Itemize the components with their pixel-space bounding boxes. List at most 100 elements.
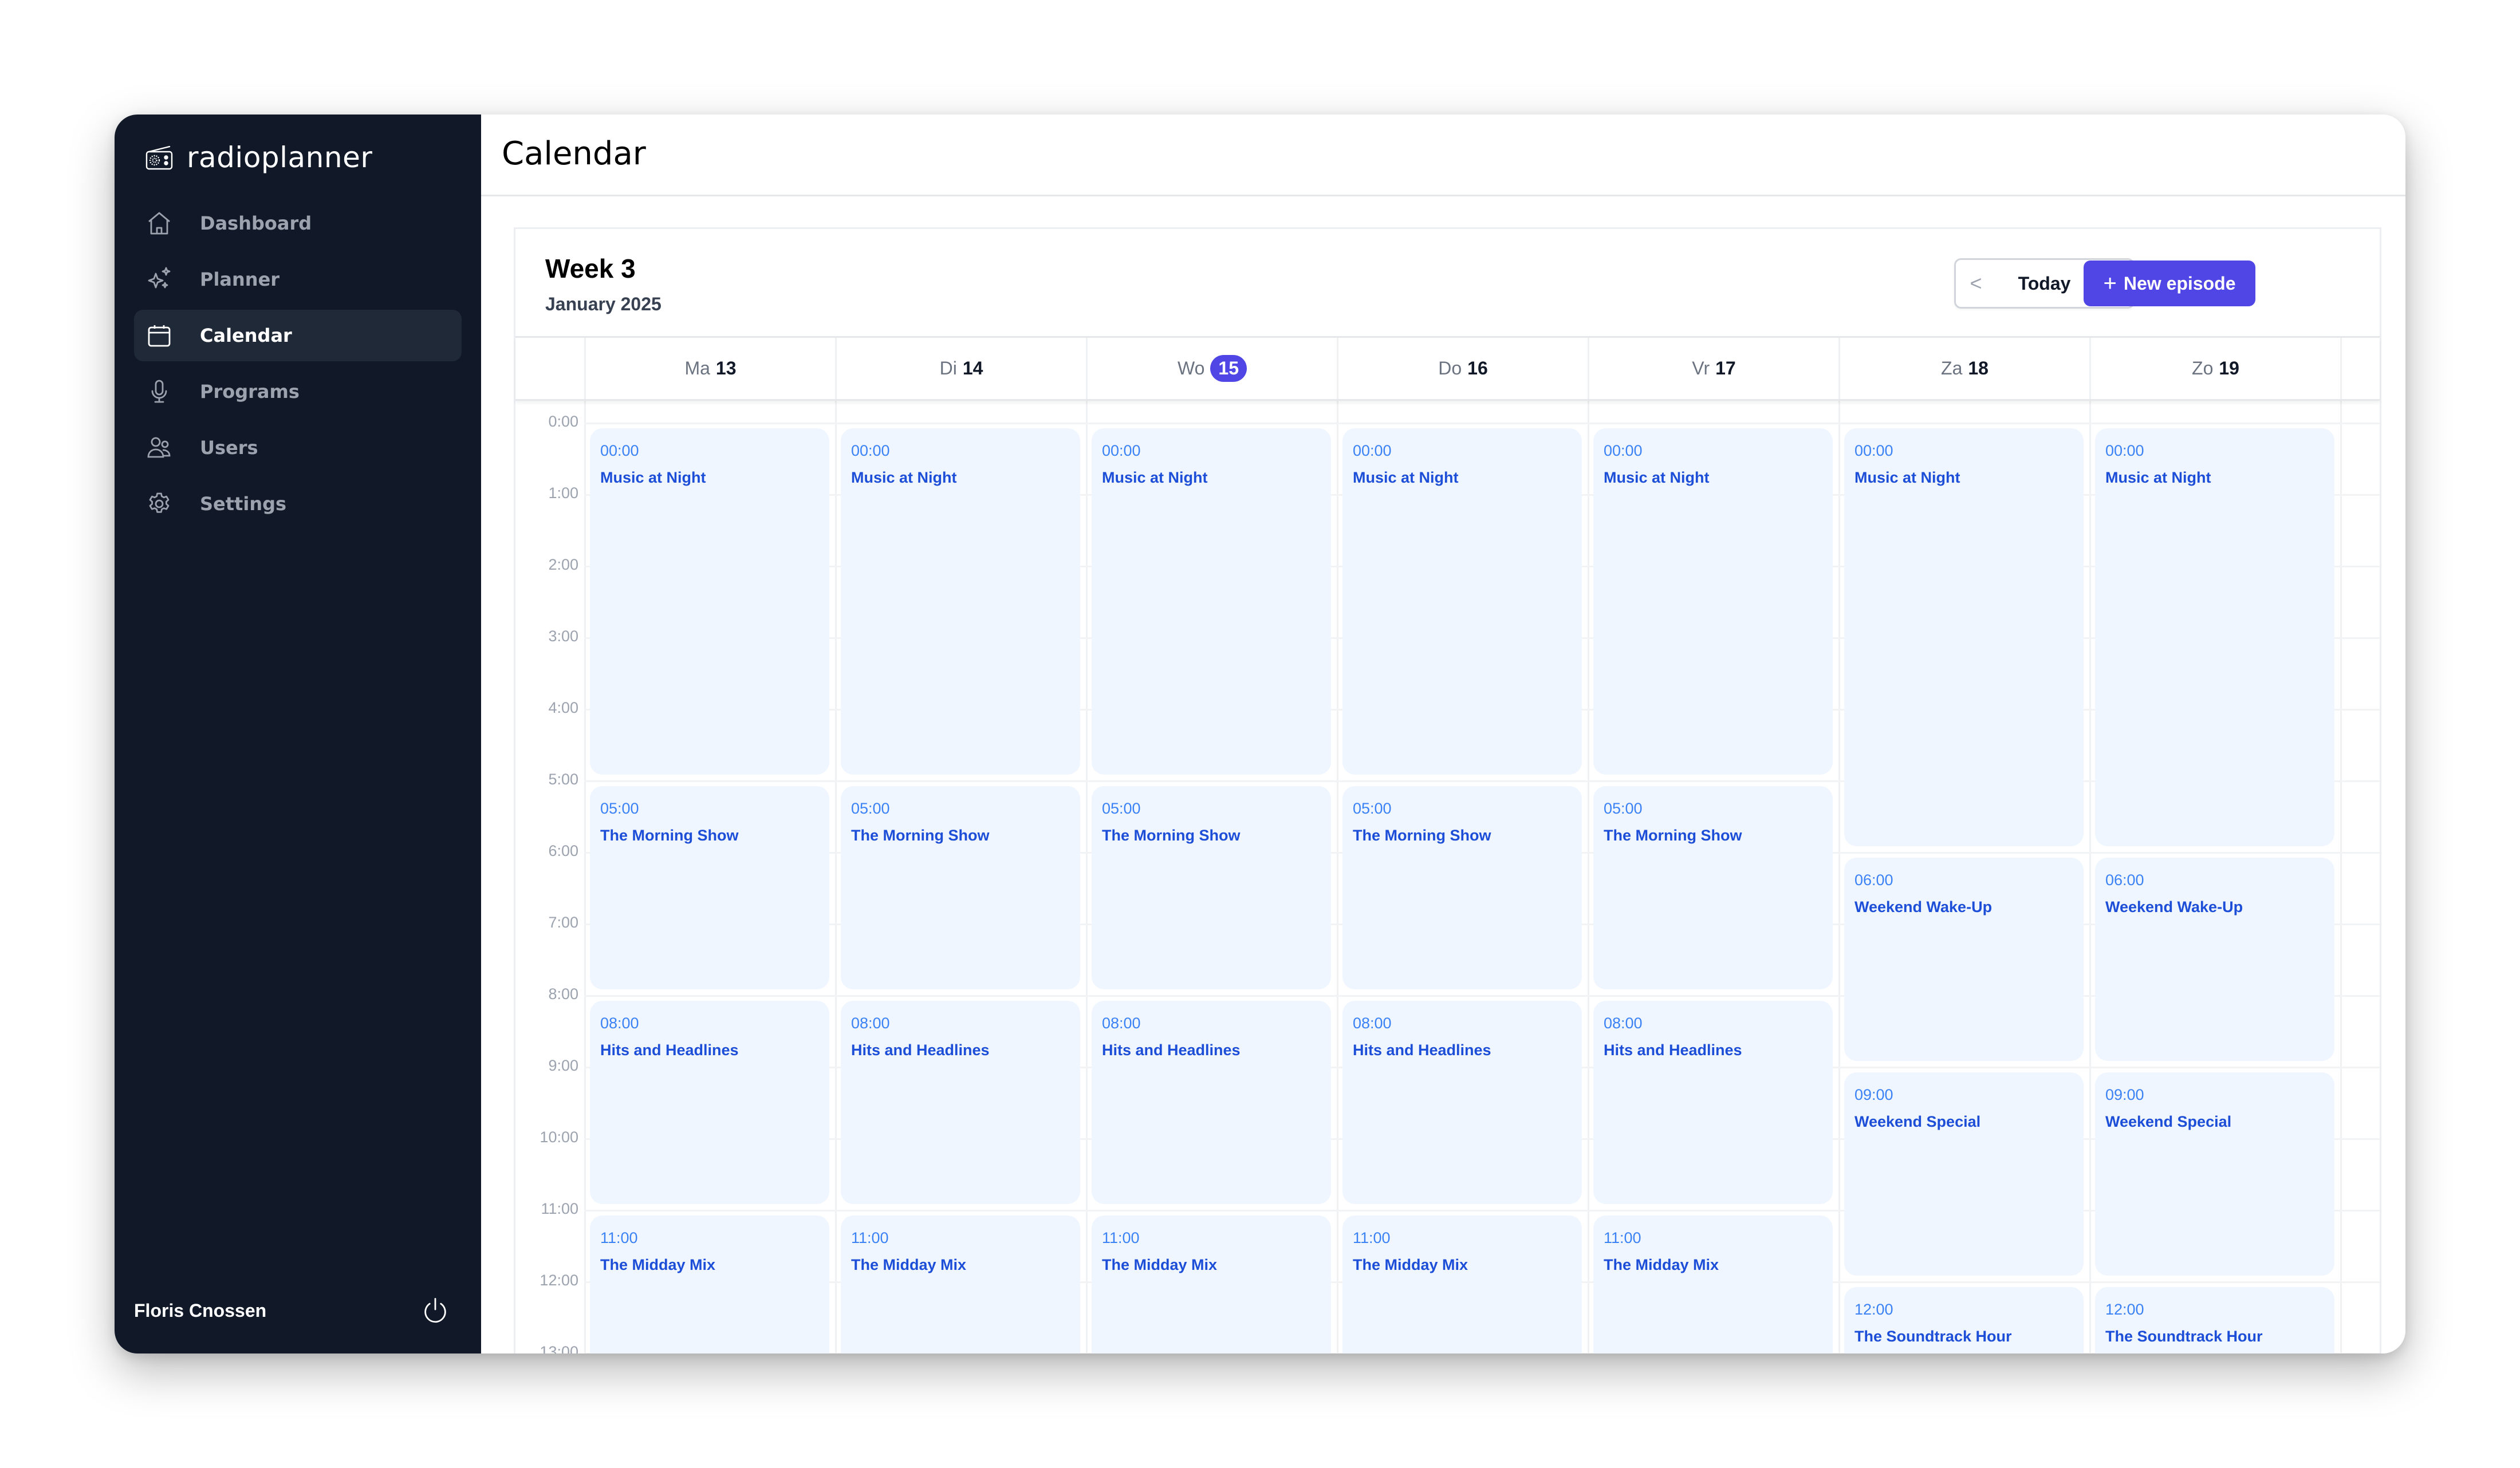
- event-title: Music at Night: [1604, 469, 1710, 486]
- event-title: The Soundtrack Hour: [1854, 1328, 2012, 1345]
- hour-label: 6:00: [548, 842, 578, 859]
- event-title: The Midday Mix: [600, 1256, 716, 1273]
- episode-event[interactable]: 12:00 The Soundtrack Hour: [1844, 1287, 2084, 1353]
- event-time: 05:00: [851, 800, 890, 817]
- event-title: Music at Night: [1353, 469, 1459, 486]
- episode-event[interactable]: 08:00 Hits and Headlines: [1593, 1001, 1833, 1204]
- gear-icon: [149, 492, 170, 513]
- day-header-row: Ma 13 Di 14 Wo 15 Do 16 Vr 17 Za 18 Zo 19: [515, 338, 2380, 401]
- event-title: The Morning Show: [600, 827, 739, 844]
- episode-event[interactable]: 08:00 Hits and Headlines: [590, 1001, 829, 1204]
- logout-button[interactable]: [419, 1295, 451, 1327]
- day-of-week: Za: [1941, 358, 1963, 378]
- episode-event[interactable]: 00:00 Music at Night: [2095, 428, 2334, 846]
- app-window: radioplanner Dashboard Planner Calendar …: [115, 115, 2405, 1353]
- episode-event[interactable]: 11:00 The Midday Mix: [1342, 1216, 1582, 1353]
- episode-event[interactable]: 12:00 The Soundtrack Hour: [2095, 1287, 2334, 1353]
- day-number: 17: [1715, 358, 1736, 378]
- event-time: 11:00: [1353, 1229, 1391, 1246]
- day-header[interactable]: Do 16: [1337, 338, 1588, 399]
- sidebar-item-users[interactable]: Users: [134, 422, 462, 473]
- day-header[interactable]: Wo 15: [1086, 338, 1337, 399]
- event-title: The Morning Show: [1102, 827, 1241, 844]
- episode-event[interactable]: 05:00 The Morning Show: [841, 786, 1080, 989]
- sidebar-item-calendar[interactable]: Calendar: [134, 310, 462, 361]
- day-number: 19: [2219, 358, 2239, 378]
- episode-event[interactable]: 00:00 Music at Night: [1092, 428, 1331, 775]
- main-content: Calendar Week 3 January 2025 < Today > +…: [481, 115, 2405, 1353]
- episode-event[interactable]: 00:00 Music at Night: [1593, 428, 1833, 775]
- hour-label: 3:00: [548, 628, 578, 645]
- episode-event[interactable]: 05:00 The Morning Show: [590, 786, 829, 989]
- sidebar-item-dashboard[interactable]: Dashboard: [134, 198, 462, 249]
- event-title: Weekend Wake-Up: [1854, 898, 1993, 915]
- today-button[interactable]: Today: [1996, 273, 2093, 294]
- event-time: 00:00: [2105, 442, 2144, 459]
- episode-event[interactable]: 00:00 Music at Night: [1342, 428, 1582, 775]
- radio-icon: [145, 145, 173, 170]
- episode-event[interactable]: 06:00 Weekend Wake-Up: [2095, 858, 2334, 1061]
- hour-label: 5:00: [548, 771, 578, 788]
- episode-event[interactable]: 11:00 The Midday Mix: [590, 1216, 829, 1353]
- hour-label: 10:00: [540, 1128, 578, 1146]
- event-title: The Morning Show: [1353, 827, 1491, 844]
- day-number: 13: [715, 358, 737, 378]
- episode-event[interactable]: 11:00 The Midday Mix: [1593, 1216, 1833, 1353]
- event-title: The Soundtrack Hour: [2105, 1328, 2263, 1345]
- day-header[interactable]: Zo 19: [2089, 338, 2340, 399]
- hour-label: 2:00: [548, 556, 578, 573]
- episode-event[interactable]: 09:00 Weekend Special: [1844, 1072, 2084, 1276]
- episode-event[interactable]: 06:00 Weekend Wake-Up: [1844, 858, 2084, 1061]
- user-profile: Floris Cnossen: [134, 1291, 451, 1331]
- event-time: 11:00: [851, 1229, 889, 1246]
- hour-label: 1:00: [548, 484, 578, 502]
- event-title: Music at Night: [600, 469, 706, 486]
- users-icon: [147, 437, 171, 458]
- hour-gridline: [584, 423, 2380, 424]
- episode-event[interactable]: 11:00 The Midday Mix: [841, 1216, 1080, 1353]
- day-header-spacer: [2340, 338, 2380, 399]
- week-title: Week 3: [545, 254, 636, 283]
- day-header[interactable]: Ma 13: [584, 338, 835, 399]
- event-time: 08:00: [851, 1015, 890, 1032]
- previous-week-button[interactable]: <: [1956, 271, 1996, 295]
- sidebar-item-planner[interactable]: Planner: [134, 254, 462, 305]
- sidebar-item-programs[interactable]: Programs: [134, 366, 462, 417]
- day-header[interactable]: Di 14: [835, 338, 1086, 399]
- episode-event[interactable]: 00:00 Music at Night: [590, 428, 829, 775]
- day-header[interactable]: Vr 17: [1588, 338, 1838, 399]
- episode-event[interactable]: 00:00 Music at Night: [841, 428, 1080, 775]
- event-time: 08:00: [1102, 1015, 1141, 1032]
- home-icon: [148, 212, 170, 235]
- day-of-week: Di: [939, 358, 957, 378]
- episode-event[interactable]: 08:00 Hits and Headlines: [1092, 1001, 1331, 1204]
- sidebar-item-settings[interactable]: Settings: [134, 478, 462, 530]
- event-time: 05:00: [1604, 800, 1643, 817]
- event-time: 11:00: [1604, 1229, 1641, 1246]
- episode-event[interactable]: 05:00 The Morning Show: [1593, 786, 1833, 989]
- event-time: 00:00: [1353, 442, 1392, 459]
- plus-icon: +: [2103, 271, 2117, 296]
- episode-event[interactable]: 11:00 The Midday Mix: [1092, 1216, 1331, 1353]
- episode-event[interactable]: 08:00 Hits and Headlines: [841, 1001, 1080, 1204]
- day-header[interactable]: Za 18: [1838, 338, 2089, 399]
- episode-event[interactable]: 09:00 Weekend Special: [2095, 1072, 2334, 1276]
- episode-event[interactable]: 00:00 Music at Night: [1844, 428, 2084, 846]
- event-time: 12:00: [2105, 1301, 2144, 1318]
- page-title: Calendar: [502, 135, 646, 172]
- new-episode-button[interactable]: + New episode: [2084, 261, 2255, 306]
- brand[interactable]: radioplanner: [145, 137, 372, 177]
- event-title: Hits and Headlines: [1353, 1041, 1491, 1059]
- hour-label: 12:00: [540, 1272, 578, 1289]
- episode-event[interactable]: 05:00 The Morning Show: [1092, 786, 1331, 989]
- day-of-week: Ma: [684, 358, 710, 378]
- hour-label: 4:00: [548, 699, 578, 716]
- sidebar: radioplanner Dashboard Planner Calendar …: [115, 115, 481, 1353]
- episode-event[interactable]: 08:00 Hits and Headlines: [1342, 1001, 1582, 1204]
- event-title: Hits and Headlines: [1102, 1041, 1241, 1059]
- event-time: 00:00: [1102, 442, 1141, 459]
- event-title: Music at Night: [1102, 469, 1208, 486]
- day-number: 14: [962, 358, 983, 378]
- episode-event[interactable]: 05:00 The Morning Show: [1342, 786, 1582, 989]
- sidebar-item-label: Dashboard: [200, 212, 312, 234]
